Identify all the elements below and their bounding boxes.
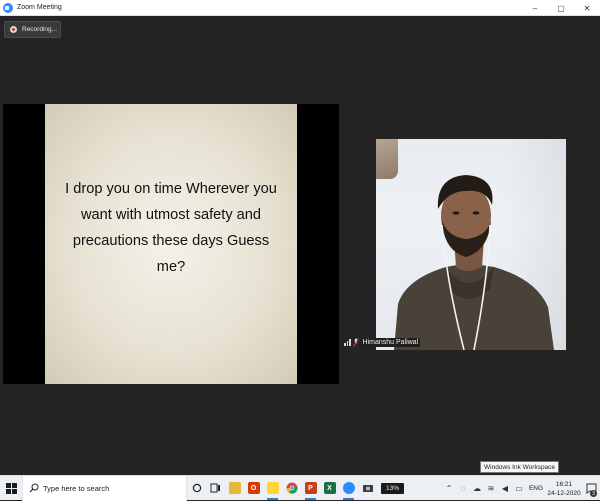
people-icon[interactable]: ◌: [456, 476, 470, 501]
chevron-up-icon[interactable]: ⌃: [442, 476, 456, 501]
signal-strength-icon: [344, 338, 351, 346]
zoom-icon[interactable]: [339, 476, 358, 501]
taskbar-search[interactable]: Type here to search: [22, 475, 187, 501]
speaker-icon[interactable]: ◀: [498, 476, 512, 501]
participant-video[interactable]: [376, 139, 566, 350]
taskbar: Type here to search O P X 13% ⌃ ◌ ☁ ≋ ◀: [0, 475, 600, 501]
search-placeholder: Type here to search: [43, 483, 110, 493]
clock[interactable]: 16:21 24-12-2020: [546, 480, 582, 498]
battery-indicator[interactable]: 13%: [381, 482, 404, 494]
sticky-notes-icon[interactable]: [263, 476, 282, 501]
file-explorer-icon[interactable]: [225, 476, 244, 501]
cortana-icon[interactable]: [187, 476, 206, 501]
zoom-logo-icon: [3, 2, 13, 13]
shared-screen: I drop you on time Wherever you want wit…: [3, 104, 339, 384]
camera-icon[interactable]: [358, 476, 377, 501]
recording-indicator[interactable]: Recording...: [4, 21, 61, 38]
search-icon: [29, 483, 39, 493]
excel-icon[interactable]: X: [320, 476, 339, 501]
action-center-button[interactable]: 3: [582, 476, 600, 501]
participant-name-tag: Himanshu Paliwal: [344, 336, 421, 348]
maximize-button[interactable]: ▢: [548, 0, 574, 16]
participant-name: Himanshu Paliwal: [360, 337, 421, 347]
clock-date: 24-12-2020: [547, 489, 581, 497]
record-icon: [10, 26, 17, 33]
language-indicator[interactable]: ENG: [526, 485, 546, 492]
tooltip: Windows Ink Workspace: [480, 461, 560, 473]
clock-time: 16:21: [555, 480, 573, 488]
presentation-slide: I drop you on time Wherever you want wit…: [45, 104, 297, 384]
onedrive-icon[interactable]: ☁: [470, 476, 484, 501]
title-bar: Zoom Meeting – ▢ ✕: [0, 0, 600, 16]
network-icon[interactable]: ▭: [512, 476, 526, 501]
minimize-button[interactable]: –: [522, 0, 548, 16]
windows-logo-icon: [5, 482, 17, 494]
recording-label: Recording...: [22, 26, 58, 33]
powerpoint-icon[interactable]: P: [301, 476, 320, 501]
window-controls: – ▢ ✕: [522, 0, 600, 16]
office-icon[interactable]: O: [244, 476, 263, 501]
slide-text: I drop you on time Wherever you want wit…: [65, 181, 277, 275]
window-title: Zoom Meeting: [17, 4, 62, 11]
start-button[interactable]: [0, 476, 22, 501]
muted-mic-icon: [352, 337, 359, 347]
task-view-icon[interactable]: [206, 476, 225, 501]
system-tray: ⌃ ◌ ☁ ≋ ◀ ▭ ENG 16:21 24-12-2020 3: [442, 476, 600, 501]
wifi-icon[interactable]: ≋: [484, 476, 498, 501]
chrome-icon[interactable]: [282, 476, 301, 501]
participant-figure: [394, 175, 554, 350]
close-button[interactable]: ✕: [574, 0, 600, 16]
notification-count: 3: [590, 490, 597, 497]
